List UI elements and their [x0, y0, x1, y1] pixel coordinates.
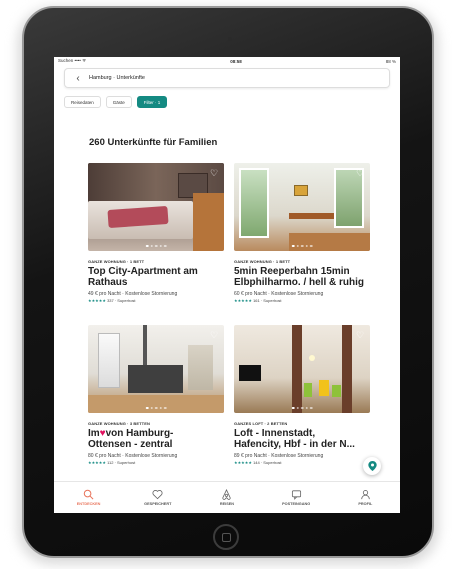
favorite-heart-icon[interactable]: ♡ — [209, 330, 219, 340]
listing-title-line1: Top City-Apartment am — [88, 266, 198, 277]
home-button[interactable] — [213, 524, 239, 550]
search-bar[interactable]: ‹ Hamburg · Unterkünfte — [64, 68, 390, 88]
user-icon — [361, 490, 370, 500]
photo-pager — [291, 244, 313, 247]
listing-card[interactable]: ♡ GANZE WOHNUNG · 3 BETTEN Im♥von Hambur… — [88, 325, 224, 465]
search-bar-title: Hamburg · Unterkünfte — [89, 75, 145, 81]
listing-title: Top City-Apartment am Rathaus — [88, 266, 224, 288]
tab-label: PROFIL — [358, 502, 373, 506]
listing-card[interactable]: ♡ GANZES LOFT · 2 BETTEN Loft - Innensta… — [234, 325, 370, 465]
rating-reviews: 144 · Superhost — [253, 460, 282, 465]
rating-reviews: 161 · Superhost — [253, 298, 282, 303]
listing-title-line2: Elbphilharmo. / hell & ruhig — [234, 277, 365, 288]
listing-rating: ★★★★★ 161 · Superhost — [234, 298, 370, 303]
status-time: 08:58 — [230, 58, 242, 64]
app-screen: Suchen •••• ᯤ 08:58 88 % ‹ Hamburg · Unt… — [54, 57, 400, 513]
filter-more-button[interactable]: Filter · 1 — [136, 96, 168, 108]
bottom-tab-bar: ENTDECKEN GESPEICHERT REISEN POSTEINGANG… — [54, 481, 400, 513]
rating-stars: ★★★★★ — [234, 460, 252, 465]
tab-profile[interactable]: PROFIL — [340, 489, 390, 506]
listing-price: 80 € pro Nacht · Kostenlose Stornierung — [88, 453, 178, 459]
front-camera — [228, 37, 232, 41]
status-battery: 88 % — [385, 58, 396, 64]
listing-title-prefix: Im — [88, 428, 100, 439]
listing-title-line2: Hafencity, Hbf - in der N... — [234, 439, 355, 450]
filter-bar: Reisedaten Gäste Filter · 1 — [64, 96, 400, 108]
favorite-heart-icon[interactable]: ♡ — [209, 168, 219, 178]
tab-label: REISEN — [219, 502, 235, 506]
favorite-heart-icon[interactable]: ♡ — [355, 330, 365, 340]
listing-type: GANZES LOFT · 2 BETTEN — [234, 421, 288, 426]
tab-label: POSTEINGANG — [282, 502, 311, 506]
results-heading: 260 Unterkünfte für Familien — [89, 137, 218, 148]
tab-saved[interactable]: GESPEICHERT — [133, 489, 183, 506]
search-icon — [83, 489, 94, 500]
listing-title: Im♥von Hamburg- Ottensen - zentral — [88, 428, 224, 450]
listing-title-line1: Loft - Innenstadt, — [234, 428, 316, 439]
listing-rating: ★★★★★ 112 · Superhost — [88, 460, 224, 465]
listing-photo[interactable]: ♡ — [88, 163, 224, 251]
rating-stars: ★★★★★ — [234, 298, 252, 303]
listing-title: 5min Reeperbahn 15min Elbphilharmo. / he… — [234, 266, 370, 288]
map-pin-icon — [367, 461, 377, 471]
listing-title: Loft - Innenstadt, Hafencity, Hbf - in d… — [234, 428, 370, 450]
listing-type: GANZE WOHNUNG · 3 BETTEN — [88, 421, 150, 426]
status-bar: Suchen •••• ᯤ 08:58 88 % — [54, 57, 400, 65]
listing-title-rest: von Hamburg- — [105, 428, 174, 439]
listing-rating: ★★★★★ 337 · Superhost — [88, 298, 224, 303]
favorite-heart-icon[interactable]: ♡ — [355, 168, 365, 178]
message-icon — [291, 490, 301, 500]
listing-title-line1: Im♥von Hamburg- — [88, 428, 224, 439]
listing-type: GANZE WOHNUNG · 1 BETT — [88, 259, 145, 264]
photo-pager — [145, 244, 167, 247]
airbnb-logo-icon — [222, 489, 232, 500]
listing-card[interactable]: ♡ GANZE WOHNUNG · 1 BETT Top City-Apartm… — [88, 163, 224, 303]
listing-rating: ★★★★★ 144 · Superhost — [234, 460, 370, 465]
listing-title-line2: Ottensen - zentral — [88, 439, 173, 450]
listing-photo[interactable]: ♡ — [234, 325, 370, 413]
heart-icon — [152, 490, 163, 500]
status-carrier: Suchen •••• ᯤ — [58, 58, 87, 63]
listing-price: 49 € pro Nacht · Kostenlose Stornierung — [88, 291, 178, 297]
rating-stars: ★★★★★ — [88, 298, 106, 303]
filter-guests-button[interactable]: Gäste — [105, 96, 132, 108]
rating-stars: ★★★★★ — [88, 460, 106, 465]
tab-trips[interactable]: REISEN — [202, 489, 252, 506]
tab-label: GESPEICHERT — [144, 502, 172, 506]
rating-reviews: 337 · Superhost — [107, 298, 136, 303]
chevron-left-icon[interactable]: ‹ — [71, 73, 85, 84]
rating-reviews: 112 · Superhost — [107, 460, 136, 465]
home-button-icon — [221, 532, 231, 542]
tab-label: ENTDECKEN — [76, 502, 101, 506]
listing-photo[interactable]: ♡ — [234, 163, 370, 251]
listing-price: 60 € pro Nacht · Kostenlose Stornierung — [234, 291, 324, 297]
listing-title-line1: 5min Reeperbahn 15min — [234, 266, 350, 277]
listing-price: 89 € pro Nacht · Kostenlose Stornierung — [234, 453, 324, 459]
listing-card[interactable]: ♡ GANZE WOHNUNG · 1 BETT 5min Reeperbahn… — [234, 163, 370, 303]
photo-pager — [145, 406, 167, 409]
tab-inbox[interactable]: POSTEINGANG — [271, 489, 321, 506]
listing-title-line2: Rathaus — [88, 277, 128, 288]
filter-dates-button[interactable]: Reisedaten — [64, 96, 101, 108]
photo-pager — [291, 406, 313, 409]
listing-photo[interactable]: ♡ — [88, 325, 224, 413]
map-button[interactable] — [363, 457, 381, 475]
tab-explore[interactable]: ENTDECKEN — [64, 489, 114, 506]
listing-type: GANZE WOHNUNG · 1 BETT — [234, 259, 291, 264]
